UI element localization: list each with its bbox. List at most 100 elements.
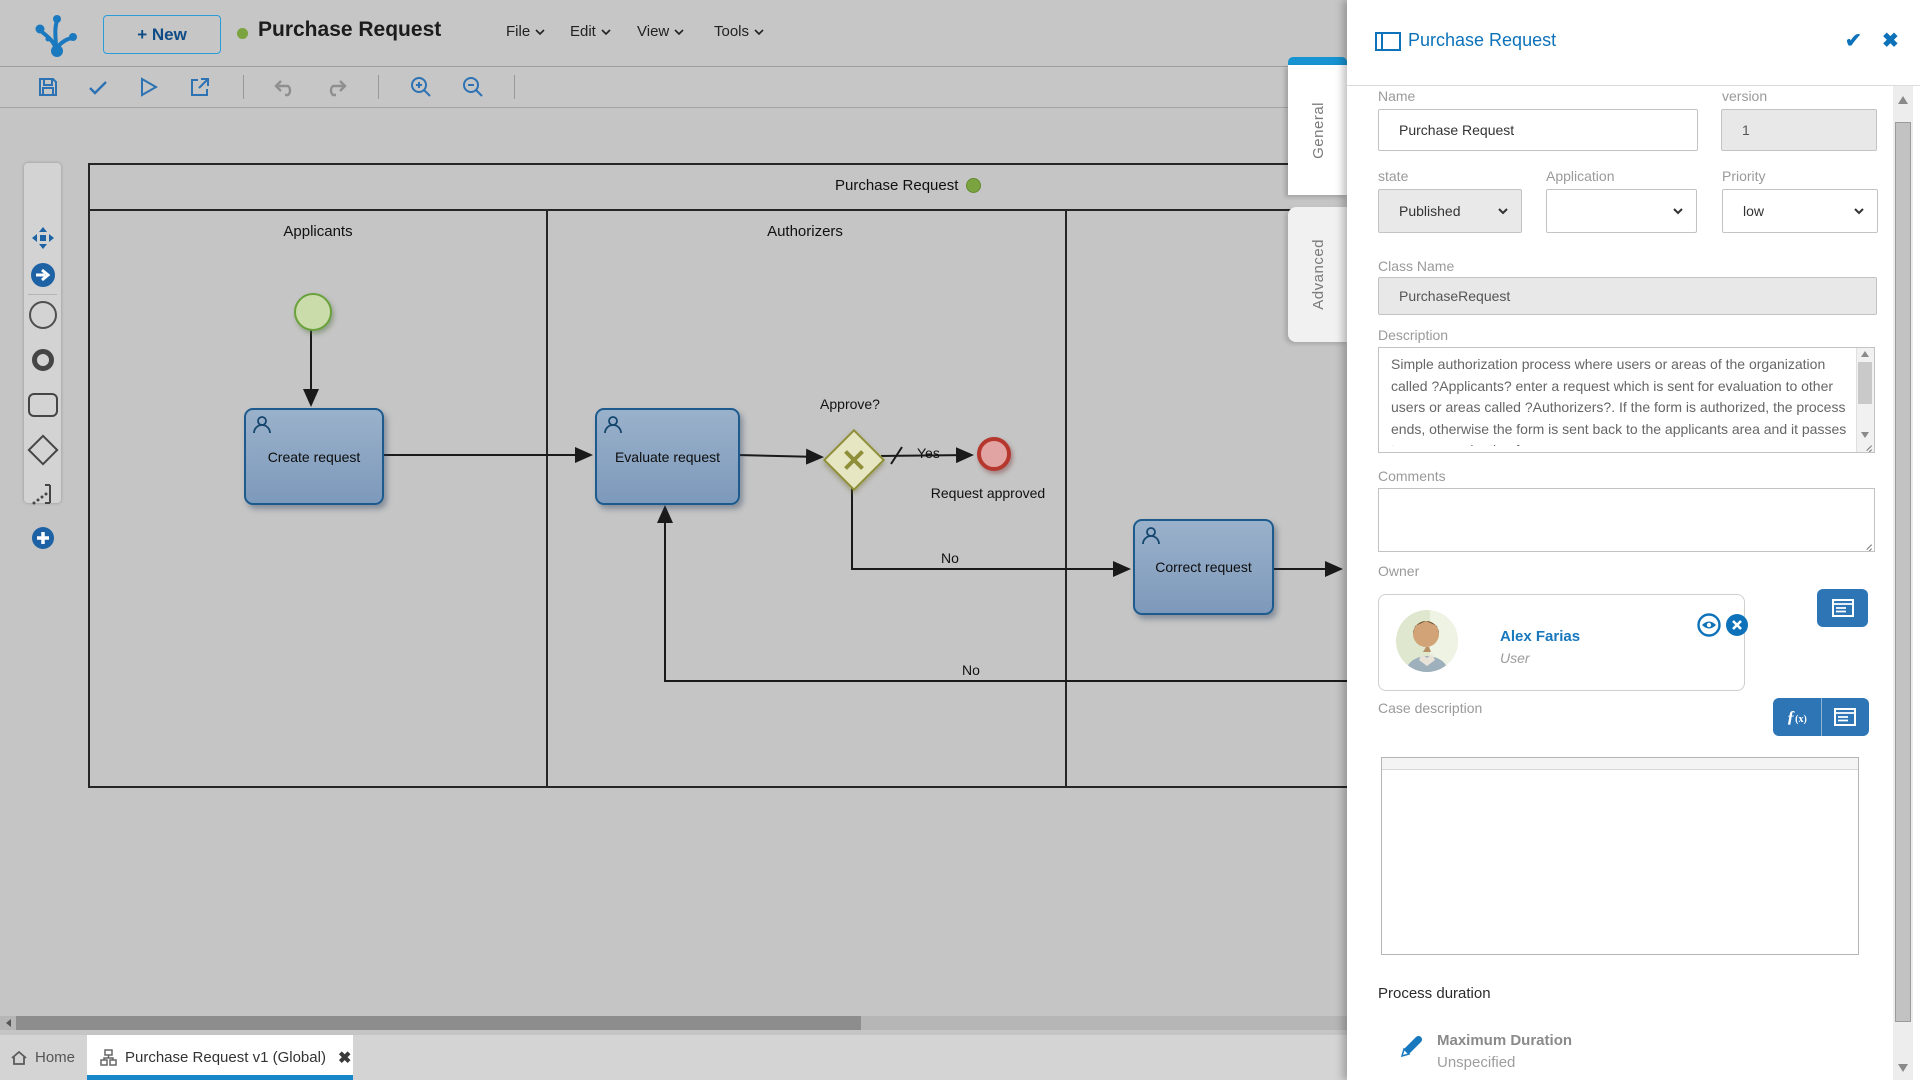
panel-side-tabs: General Advanced bbox=[1288, 57, 1347, 357]
canvas-hscrollbar-thumb[interactable] bbox=[16, 1016, 861, 1030]
undo-icon[interactable] bbox=[273, 75, 297, 99]
task-evaluate-request[interactable]: Evaluate request bbox=[595, 408, 740, 505]
user-task-icon bbox=[252, 415, 272, 435]
description-textarea[interactable]: Simple authorization process where users… bbox=[1378, 347, 1875, 453]
start-event-tool[interactable] bbox=[24, 300, 61, 330]
panel-scroll-thumb[interactable] bbox=[1895, 122, 1911, 1022]
tab-general[interactable]: General bbox=[1288, 65, 1348, 195]
owner-type: User bbox=[1500, 650, 1530, 666]
owner-card: Alex Farias User bbox=[1378, 594, 1745, 691]
comments-textarea[interactable] bbox=[1378, 488, 1875, 552]
form-list-icon bbox=[1834, 708, 1856, 726]
process-status-dot bbox=[237, 28, 248, 39]
canvas-hscrollbar[interactable] bbox=[0, 1016, 1347, 1030]
process-duration-label: Process duration bbox=[1378, 985, 1491, 1002]
max-duration-value: Unspecified bbox=[1437, 1054, 1515, 1071]
chevron-down-icon bbox=[1497, 205, 1509, 217]
pool-icon bbox=[1375, 32, 1401, 51]
end-event-tool[interactable] bbox=[24, 345, 61, 375]
menu-label: Edit bbox=[570, 23, 596, 40]
case-description-editor-toolbar bbox=[1382, 758, 1858, 770]
scroll-up-arrow-icon[interactable] bbox=[1861, 351, 1869, 357]
menu-label: File bbox=[506, 23, 530, 40]
move-tool[interactable] bbox=[24, 223, 61, 253]
priority-select[interactable]: low bbox=[1722, 189, 1878, 233]
properties-panel: Purchase Request ✔ ✖ Name version state … bbox=[1347, 0, 1920, 1080]
menu-edit[interactable]: Edit bbox=[570, 23, 611, 40]
validate-check-icon[interactable] bbox=[86, 75, 110, 99]
description-scrollbar[interactable] bbox=[1856, 348, 1874, 452]
formula-button[interactable]: ƒ(x) bbox=[1773, 698, 1821, 736]
redo-icon[interactable] bbox=[324, 75, 348, 99]
connect-arrow-icon bbox=[30, 262, 56, 288]
bpm-modeler-app: Purchase Request Applicants Authorizers bbox=[0, 0, 1920, 1080]
form-list-icon bbox=[1832, 599, 1854, 617]
version-label: version bbox=[1722, 88, 1767, 104]
task-correct-request[interactable]: Correct request bbox=[1133, 519, 1274, 615]
menu-tools[interactable]: Tools bbox=[714, 23, 764, 40]
run-play-icon[interactable] bbox=[136, 75, 160, 99]
close-x-icon[interactable]: ✖ bbox=[1882, 28, 1904, 50]
save-icon[interactable] bbox=[36, 75, 60, 99]
close-tab-icon[interactable]: ✖ bbox=[338, 1048, 351, 1068]
scroll-left-arrow-icon[interactable] bbox=[0, 1016, 16, 1030]
connect-tool[interactable] bbox=[24, 260, 61, 290]
remove-x-icon[interactable] bbox=[1725, 613, 1749, 637]
panel-header: Purchase Request ✔ ✖ bbox=[1347, 0, 1920, 86]
annotation-tool[interactable] bbox=[24, 479, 61, 509]
owner-picker-button[interactable] bbox=[1817, 589, 1868, 627]
move-icon bbox=[31, 226, 55, 250]
toolbar-separator bbox=[243, 75, 244, 99]
state-select[interactable]: Published bbox=[1378, 189, 1522, 233]
user-task-icon bbox=[1141, 526, 1161, 546]
fx-formula-icon: ƒ(x) bbox=[1787, 707, 1807, 727]
name-label: Name bbox=[1378, 88, 1415, 104]
new-button[interactable]: + New bbox=[103, 15, 221, 54]
priority-value: low bbox=[1743, 203, 1764, 219]
form-picker-button[interactable] bbox=[1821, 698, 1870, 736]
owner-label: Owner bbox=[1378, 563, 1419, 579]
export-icon[interactable] bbox=[188, 75, 212, 99]
pencil-icon[interactable] bbox=[1396, 1032, 1426, 1062]
tab-advanced[interactable]: Advanced bbox=[1288, 207, 1348, 342]
scroll-up-arrow-icon[interactable] bbox=[1898, 96, 1908, 104]
description-scroll-thumb[interactable] bbox=[1858, 362, 1872, 404]
zoom-in-icon[interactable] bbox=[409, 75, 433, 99]
edge-label-no-2: No bbox=[962, 662, 980, 678]
eye-icon[interactable] bbox=[1697, 613, 1721, 637]
case-description-editor[interactable] bbox=[1381, 757, 1859, 955]
confirm-check-icon[interactable]: ✔ bbox=[1845, 28, 1867, 50]
scroll-down-arrow-icon[interactable] bbox=[1898, 1064, 1908, 1072]
gateway-question-label: Approve? bbox=[820, 396, 880, 412]
scroll-down-arrow-icon[interactable] bbox=[1861, 432, 1869, 438]
task-create-request[interactable]: Create request bbox=[244, 408, 384, 505]
chevron-down-icon bbox=[535, 27, 545, 37]
panel-scrollbar[interactable] bbox=[1893, 86, 1913, 1080]
application-select[interactable] bbox=[1546, 189, 1697, 233]
menu-view[interactable]: View bbox=[637, 23, 684, 40]
owner-name-link[interactable]: Alex Farias bbox=[1500, 628, 1580, 645]
active-tab-accent bbox=[1288, 57, 1347, 65]
resize-handle[interactable] bbox=[1862, 440, 1872, 450]
case-description-label: Case description bbox=[1378, 700, 1482, 716]
annotation-link-icon bbox=[30, 481, 56, 507]
add-shape-tool[interactable] bbox=[24, 523, 61, 553]
process-tab[interactable]: Purchase Request v1 (Global) ✖ bbox=[87, 1035, 353, 1080]
menu-file[interactable]: File bbox=[506, 23, 545, 40]
description-text: Simple authorization process where users… bbox=[1391, 354, 1848, 446]
add-icon bbox=[31, 526, 55, 550]
tab-general-label: General bbox=[1310, 102, 1327, 159]
start-event[interactable] bbox=[294, 293, 332, 331]
zoom-out-icon[interactable] bbox=[461, 75, 485, 99]
gateway-tool[interactable] bbox=[24, 435, 61, 465]
state-value: Published bbox=[1399, 203, 1461, 219]
name-input[interactable] bbox=[1378, 109, 1698, 151]
resize-handle[interactable] bbox=[1862, 539, 1872, 549]
home-tab[interactable]: Home bbox=[10, 1035, 75, 1080]
toolbar-separator bbox=[378, 75, 379, 99]
end-event[interactable] bbox=[977, 437, 1011, 471]
home-tab-label: Home bbox=[35, 1049, 75, 1066]
shape-palette bbox=[24, 163, 61, 503]
task-tool[interactable] bbox=[24, 390, 61, 420]
start-event-icon bbox=[29, 301, 57, 329]
